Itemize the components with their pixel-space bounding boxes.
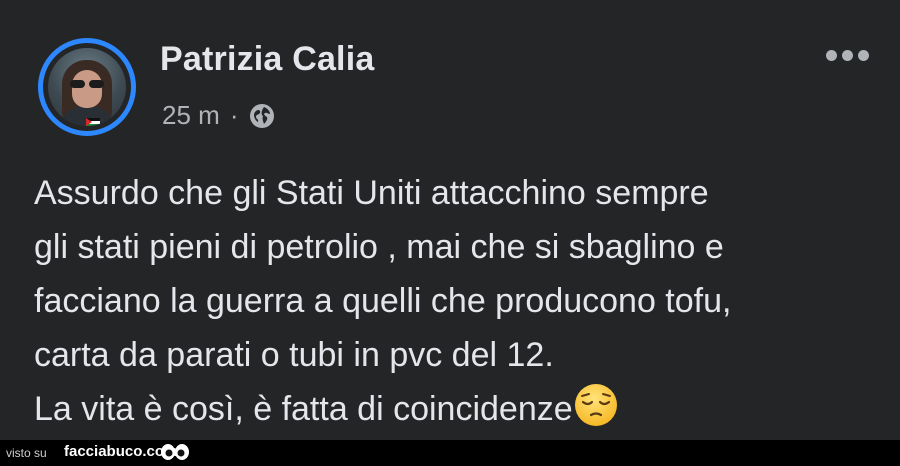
eyes-logo-icon: [161, 444, 189, 460]
watermark-visto: visto su: [6, 446, 47, 460]
avatar-story-ring[interactable]: [38, 38, 136, 136]
post-text-line: La vita è così, è fatta di coincidenze: [34, 390, 573, 428]
watermark-bar: visto su facciabuco.com: [0, 440, 900, 466]
post-text-line: gli stati pieni di petrolio , mai che si…: [34, 228, 724, 266]
post-text-line: Assurdo che gli Stati Uniti attacchino s…: [34, 174, 709, 212]
post-card: Patrizia Calia 25 m · Assurdo che gli St…: [0, 0, 900, 440]
post-meta: 25 m ·: [162, 100, 276, 131]
globe-icon[interactable]: [248, 102, 276, 130]
post-text-line-last: La vita è così, è fatta di coincidenze: [34, 382, 874, 436]
more-options-icon[interactable]: [826, 50, 869, 61]
palestine-flag-icon: [86, 118, 100, 126]
pensive-face-icon: [574, 384, 617, 426]
author-name[interactable]: Patrizia Calia: [160, 40, 374, 79]
post-timestamp[interactable]: 25 m: [162, 100, 220, 131]
post-text-line: carta da parati o tubi in pvc del 12.: [34, 336, 554, 374]
meta-separator: ·: [229, 100, 239, 130]
post-text-line: facciano la guerra a quelli che producon…: [34, 282, 732, 320]
post-text: Assurdo che gli Stati Uniti attacchino s…: [34, 166, 874, 436]
avatar[interactable]: [48, 48, 126, 126]
